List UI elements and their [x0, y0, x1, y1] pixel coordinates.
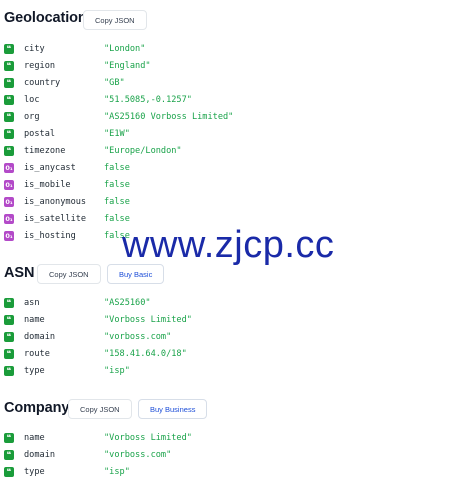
field-value: false — [104, 180, 130, 190]
toggle-icon: 0₁ — [4, 180, 14, 190]
toggle-icon: 0₁ — [4, 231, 14, 241]
field-row-route: ❝ route "158.41.64.0/18" — [4, 347, 187, 361]
field-row-domain: ❝ domain "vorboss.com" — [4, 330, 171, 344]
quote-icon: ❝ — [4, 433, 14, 443]
geolocation-copy-json-button[interactable]: Copy JSON — [83, 10, 147, 30]
field-key: domain — [24, 332, 56, 342]
field-value: "isp" — [104, 467, 130, 477]
toggle-icon: 0₁ — [4, 197, 14, 207]
field-row-loc: ❝ loc "51.5085,-0.1257" — [4, 93, 192, 107]
quote-icon: ❝ — [4, 44, 14, 54]
field-row-is-anonymous: 0₁ is_anonymous false — [4, 195, 130, 209]
field-row-asn: ❝ asn "AS25160" — [4, 296, 151, 310]
company-buy-business-button[interactable]: Buy Business — [138, 399, 208, 419]
field-value: "51.5085,-0.1257" — [104, 95, 192, 105]
quote-icon: ❝ — [4, 467, 14, 477]
field-key: region — [24, 61, 56, 71]
field-key: is_hosting — [24, 231, 76, 241]
quote-icon: ❝ — [4, 366, 14, 376]
field-value: "vorboss.com" — [104, 450, 172, 460]
field-value: "GB" — [104, 78, 125, 88]
company-title: Company — [4, 400, 70, 416]
field-key: is_mobile — [24, 180, 71, 190]
quote-icon: ❝ — [4, 112, 14, 122]
field-value: false — [104, 163, 130, 173]
quote-icon: ❝ — [4, 146, 14, 156]
field-row-postal: ❝ postal "E1W" — [4, 127, 130, 141]
asn-buy-basic-button[interactable]: Buy Basic — [107, 264, 165, 284]
asn-title: ASN — [4, 265, 35, 281]
field-row-timezone: ❝ timezone "Europe/London" — [4, 144, 182, 158]
field-value: "E1W" — [104, 129, 130, 139]
field-value: false — [104, 231, 130, 241]
field-key: domain — [24, 450, 56, 460]
field-key: asn — [24, 298, 40, 308]
field-row-org: ❝ org "AS25160 Vorboss Limited" — [4, 110, 233, 124]
watermark: www.zjcp.cc — [122, 224, 335, 266]
field-key: type — [24, 467, 45, 477]
quote-icon: ❝ — [4, 315, 14, 325]
quote-icon: ❝ — [4, 61, 14, 71]
field-row-country: ❝ country "GB" — [4, 76, 125, 90]
field-key: name — [24, 315, 45, 325]
field-row-is-hosting: 0₁ is_hosting false — [4, 229, 130, 243]
quote-icon: ❝ — [4, 78, 14, 88]
field-value: "158.41.64.0/18" — [104, 349, 187, 359]
field-value: "AS25160 Vorboss Limited" — [104, 112, 234, 122]
field-row-type: ❝ type "isp" — [4, 364, 130, 378]
quote-icon: ❝ — [4, 129, 14, 139]
field-row-name: ❝ name "Vorboss Limited" — [4, 313, 192, 327]
quote-icon: ❝ — [4, 95, 14, 105]
field-key: postal — [24, 129, 56, 139]
field-value: "AS25160" — [104, 298, 151, 308]
quote-icon: ❝ — [4, 298, 14, 308]
field-value: "vorboss.com" — [104, 332, 172, 342]
field-value: "London" — [104, 44, 146, 54]
field-key: name — [24, 433, 45, 443]
field-row-is-satellite: 0₁ is_satellite false — [4, 212, 130, 226]
field-value: false — [104, 197, 130, 207]
field-row-city: ❝ city "London" — [4, 42, 145, 56]
field-row-type: ❝ type "isp" — [4, 465, 130, 479]
asn-header: ASN — [4, 265, 34, 281]
field-key: city — [24, 44, 45, 54]
field-key: is_anonymous — [24, 197, 87, 207]
geolocation-header: Geolocation — [4, 10, 87, 26]
field-key: country — [24, 78, 61, 88]
quote-icon: ❝ — [4, 450, 14, 460]
company-header: Company — [4, 400, 69, 416]
field-key: org — [24, 112, 40, 122]
quote-icon: ❝ — [4, 349, 14, 359]
asn-copy-json-button[interactable]: Copy JSON — [37, 264, 101, 284]
geolocation-title: Geolocation — [4, 10, 87, 26]
field-value: "Europe/London" — [104, 146, 182, 156]
field-key: timezone — [24, 146, 66, 156]
company-copy-json-button[interactable]: Copy JSON — [68, 399, 132, 419]
field-row-is-mobile: 0₁ is_mobile false — [4, 178, 130, 192]
field-key: route — [24, 349, 50, 359]
field-row-region: ❝ region "England" — [4, 59, 151, 73]
toggle-icon: 0₁ — [4, 214, 14, 224]
field-key: type — [24, 366, 45, 376]
field-key: is_anycast — [24, 163, 76, 173]
field-key: is_satellite — [24, 214, 87, 224]
quote-icon: ❝ — [4, 332, 14, 342]
field-value: "England" — [104, 61, 151, 71]
field-value: "isp" — [104, 366, 130, 376]
field-row-domain: ❝ domain "vorboss.com" — [4, 448, 171, 462]
field-key: loc — [24, 95, 40, 105]
toggle-icon: 0₁ — [4, 163, 14, 173]
field-row-is-anycast: 0₁ is_anycast false — [4, 161, 130, 175]
field-row-name: ❝ name "Vorboss Limited" — [4, 431, 192, 445]
field-value: "Vorboss Limited" — [104, 315, 192, 325]
field-value: "Vorboss Limited" — [104, 433, 192, 443]
field-value: false — [104, 214, 130, 224]
